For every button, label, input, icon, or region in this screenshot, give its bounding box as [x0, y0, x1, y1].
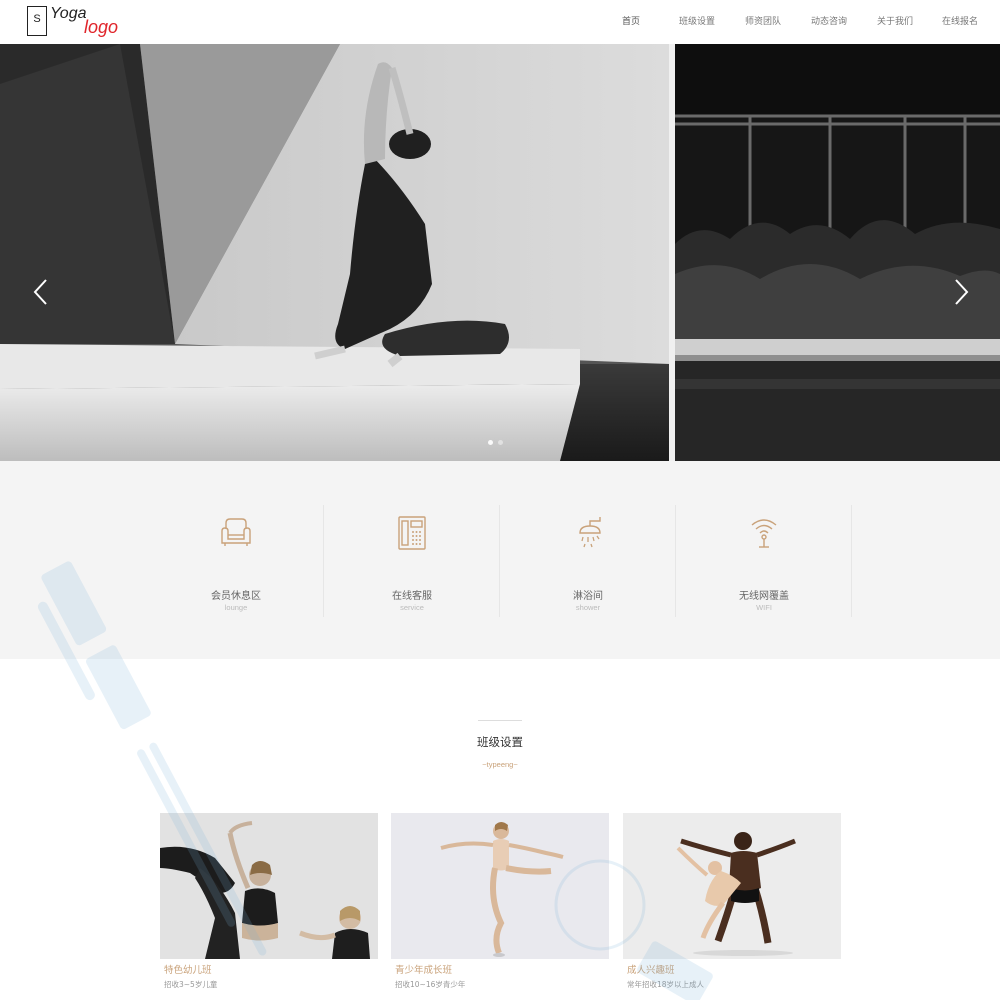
nav-item-about[interactable]: 关于我们: [862, 0, 928, 44]
site-logo[interactable]: S Yoga logo: [27, 5, 137, 40]
logo-word-logo: logo: [84, 17, 119, 37]
chevron-left-icon: [33, 279, 47, 305]
nav-item-classes[interactable]: 班级设置: [664, 0, 730, 44]
slider-dot-1[interactable]: [488, 440, 493, 445]
amenity-title: 无线网覆盖: [739, 591, 789, 602]
nav-item-teachers[interactable]: 师资团队: [730, 0, 796, 44]
chevron-right-icon: [955, 279, 969, 305]
amenity-subtitle: WIFI: [756, 603, 772, 612]
amenity-title: 会员休息区: [211, 591, 261, 602]
sofa-icon: [221, 518, 251, 546]
amenity-subtitle: lounge: [224, 603, 248, 612]
logo-word-yoga: Yoga: [50, 5, 87, 22]
class-card-desc: 常年招收18岁以上成人: [627, 980, 705, 989]
class-card-adult[interactable]: 成人兴趣班 常年招收18岁以上成人: [623, 813, 841, 1000]
hero-slider: [0, 44, 1000, 461]
section-divider: [478, 720, 522, 721]
class-card-title[interactable]: 青少年成长班: [395, 962, 452, 976]
wifi-icon: [751, 519, 777, 548]
amenity-divider: [851, 505, 852, 617]
class-card-teen[interactable]: 青少年成长班 招收10~16岁青少年: [391, 813, 609, 1000]
section-title: 班级设置: [477, 735, 523, 749]
amenity-wifi[interactable]: 无线网覆盖 WIFI: [676, 505, 852, 617]
amenity-shower[interactable]: 淋浴间 shower: [500, 505, 676, 617]
hero-image: [0, 44, 1000, 461]
amenity-title: 淋浴间: [573, 591, 603, 602]
slider-next-button[interactable]: [948, 274, 974, 310]
amenity-service[interactable]: 在线客服 service: [324, 505, 500, 617]
class-card-image[interactable]: [623, 813, 841, 959]
class-card-image[interactable]: [160, 813, 378, 959]
amenity-lounge[interactable]: 会员休息区 lounge: [148, 505, 324, 617]
class-card-title[interactable]: 特色幼儿班: [164, 962, 212, 976]
shower-icon: [579, 517, 601, 548]
class-card-desc: 招收10~16岁青少年: [395, 980, 466, 989]
nav-item-signup[interactable]: 在线报名: [928, 0, 1000, 44]
teen-class-photo: [391, 813, 609, 959]
slider-prev-button[interactable]: [28, 274, 54, 310]
slider-dots: [488, 440, 503, 445]
section-subtitle: ~typeeng~: [482, 760, 518, 769]
class-card-image[interactable]: [391, 813, 609, 959]
class-card-kids[interactable]: 特色幼儿班 招收3~5岁儿童: [160, 813, 378, 1000]
amenities-section: 会员休息区 lounge 在线客服 service 淋浴间 shower 无线网…: [0, 461, 1000, 659]
logo-letter: S: [33, 13, 41, 25]
adult-class-photo: [623, 813, 841, 959]
amenity-subtitle: service: [400, 603, 424, 612]
nav-item-home[interactable]: 首页: [598, 0, 664, 44]
amenity-title: 在线客服: [392, 591, 432, 602]
amenity-subtitle: shower: [575, 603, 601, 612]
kids-class-photo: [160, 813, 378, 959]
main-nav: 首页 班级设置 师资团队 动态咨询 关于我们 在线报名: [598, 0, 1000, 44]
site-header: S Yoga logo 首页 班级设置 师资团队 动态咨询 关于我们 在线报名: [0, 0, 1000, 44]
class-card-desc: 招收3~5岁儿童: [164, 980, 218, 989]
nav-item-news[interactable]: 动态咨询: [796, 0, 862, 44]
class-card-title[interactable]: 成人兴趣班: [627, 962, 675, 976]
phone-icon: [398, 516, 426, 550]
slider-dot-2[interactable]: [498, 440, 503, 445]
